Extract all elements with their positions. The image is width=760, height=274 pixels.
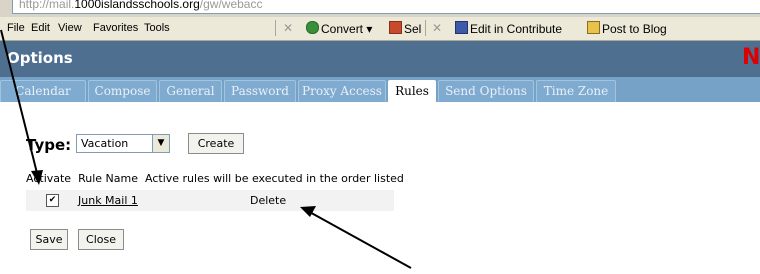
- post-to-blog-button[interactable]: Post to Blog: [587, 21, 667, 36]
- edit-contribute-label: Edit in Contribute: [470, 22, 563, 36]
- type-label: Type:: [26, 136, 72, 154]
- header-rule-name: Rule Name: [78, 172, 138, 185]
- close-icon[interactable]: ✕: [432, 21, 442, 35]
- post-blog-label: Post to Blog: [602, 22, 667, 36]
- select-icon: [389, 21, 402, 34]
- menu-tools[interactable]: Tools: [144, 22, 170, 34]
- address-bar[interactable]: http://mail.1000islandsschools.org/gw/we…: [12, 0, 760, 14]
- contribute-icon: [455, 21, 468, 34]
- convert-label: Convert: [321, 22, 364, 36]
- address-domain: 1000islandsschools.org: [74, 0, 200, 11]
- rule-type-select[interactable]: Vacation ▼: [76, 134, 170, 153]
- address-suffix: /gw/webacc: [199, 0, 263, 11]
- options-tab-bar: Calendar Compose General Password Proxy …: [0, 77, 760, 102]
- page-title: Options: [7, 49, 73, 67]
- menu-favorites[interactable]: Favorites: [93, 22, 138, 34]
- delete-link[interactable]: Delete: [250, 194, 286, 207]
- save-button[interactable]: Save: [30, 229, 68, 250]
- options-header: Options N: [0, 41, 760, 77]
- select-label: Sel: [404, 22, 422, 36]
- select-button[interactable]: Sel: [389, 21, 421, 36]
- rule-type-value: Vacation: [81, 137, 129, 150]
- tab-proxy-access[interactable]: Proxy Access: [298, 80, 386, 102]
- address-bar-strip: http://mail.1000islandsschools.org/gw/we…: [0, 0, 760, 17]
- tab-general[interactable]: General: [159, 80, 222, 102]
- tab-calendar[interactable]: Calendar: [0, 80, 86, 102]
- convert-button[interactable]: Convert ▾: [306, 21, 372, 36]
- rule-name-link[interactable]: Junk Mail 1: [78, 194, 138, 207]
- tab-time-zone[interactable]: Time Zone: [536, 80, 616, 102]
- convert-icon: [306, 21, 319, 34]
- brand-logo: N: [742, 45, 760, 70]
- header-note: Active rules will be executed in the ord…: [145, 172, 404, 185]
- rules-content: Type: Vacation ▼ Create Activate Rule Na…: [0, 102, 760, 274]
- browser-menubar: File Edit View Favorites Tools ✕ Convert…: [0, 17, 760, 41]
- address-prefix: http://mail.: [19, 0, 75, 11]
- close-button[interactable]: Close: [78, 229, 124, 250]
- toolbar-separator: [275, 20, 276, 36]
- activate-checkbox[interactable]: ✔: [46, 194, 59, 207]
- header-activate: Activate: [26, 172, 72, 185]
- tab-password[interactable]: Password: [224, 80, 296, 102]
- close-icon[interactable]: ✕: [283, 21, 293, 35]
- tab-send-options[interactable]: Send Options: [438, 80, 534, 102]
- toolbar-separator: [425, 20, 426, 36]
- create-button[interactable]: Create: [188, 133, 244, 154]
- blog-icon: [587, 21, 600, 34]
- chevron-down-icon[interactable]: ▼: [152, 135, 169, 152]
- menu-file[interactable]: File: [7, 22, 25, 34]
- tab-compose[interactable]: Compose: [88, 80, 157, 102]
- edit-in-contribute-button[interactable]: Edit in Contribute: [455, 21, 562, 36]
- tab-rules[interactable]: Rules: [388, 80, 436, 102]
- menu-view[interactable]: View: [58, 22, 82, 34]
- rules-table-header: Activate Rule Name Active rules will be …: [26, 172, 404, 185]
- table-row: ✔ Junk Mail 1 Delete: [26, 190, 394, 211]
- menu-edit[interactable]: Edit: [31, 22, 50, 34]
